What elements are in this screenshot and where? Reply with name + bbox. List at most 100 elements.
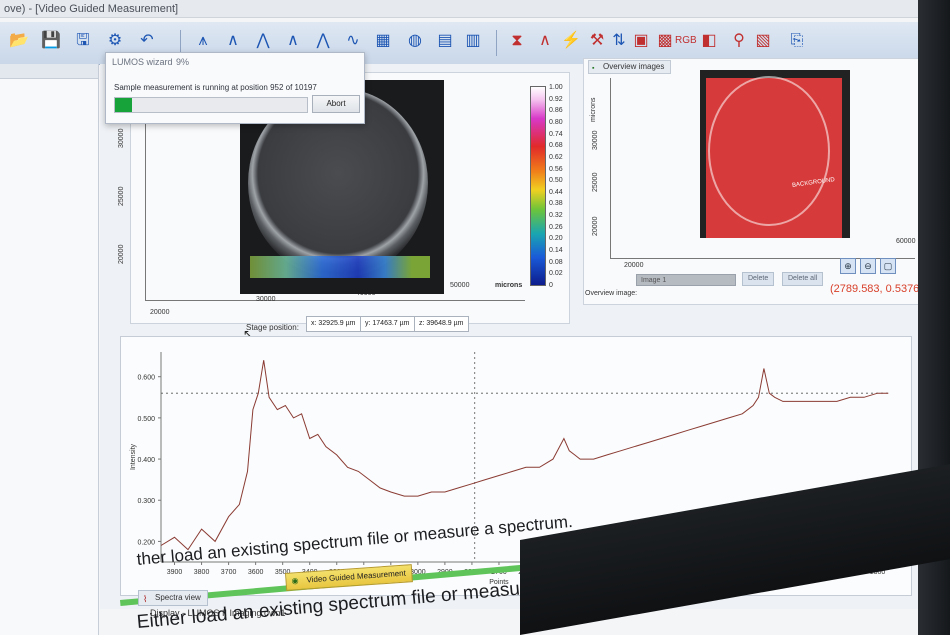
- zoom-in-icon[interactable]: ⊕: [840, 258, 856, 274]
- colorbar-tick: 0.50: [549, 177, 563, 185]
- overview-y-tick: 30000: [592, 130, 599, 150]
- spectra-icon[interactable]: ⋀: [312, 30, 334, 52]
- peak-icon[interactable]: ⩚: [192, 30, 214, 52]
- delete-all-button[interactable]: Delete all: [782, 272, 824, 286]
- video-y-tick: 25000: [118, 186, 125, 206]
- spectrum-x-tick: 3700: [221, 569, 237, 576]
- zoom-out-icon[interactable]: ⊖: [860, 258, 876, 274]
- heatmap-overlay: [250, 256, 430, 278]
- tab-spectra-view[interactable]: ⌇ Spectra view: [138, 590, 208, 606]
- video-x-tick: 30000: [256, 296, 276, 303]
- stage-x-field[interactable]: x: 32925.9 µm: [306, 316, 361, 332]
- spectrum-y-tick: 0.200: [137, 539, 155, 546]
- vgm-tab-label: Video Guided Measurement: [306, 568, 407, 585]
- color-icon[interactable]: ◧: [698, 30, 720, 52]
- video-x-unit: microns: [495, 282, 523, 289]
- colorbar-tick: 0: [549, 282, 553, 289]
- tab-overview-images[interactable]: ▪ Overview images: [588, 60, 672, 74]
- spectrum-y-tick: 0.500: [137, 416, 155, 423]
- delete-button[interactable]: Delete: [742, 272, 775, 286]
- video-icon: ◉: [291, 576, 299, 586]
- fit-icon[interactable]: ▢: [880, 258, 896, 274]
- colorbar-tick: 0.92: [549, 95, 563, 103]
- video-y-tick: 20000: [118, 244, 125, 264]
- tab-overview-label: Overview images: [603, 62, 665, 71]
- table-icon[interactable]: ▤: [434, 30, 456, 52]
- video-x-tick: 20000: [150, 309, 170, 316]
- stage-z-field[interactable]: z: 39648.9 µm: [414, 316, 469, 332]
- colorbar-tick: 1.00: [549, 84, 563, 91]
- abort-button[interactable]: Abort: [312, 95, 360, 113]
- spectrum-icon[interactable]: ∧: [534, 30, 556, 52]
- settings-icon[interactable]: ⚙: [104, 30, 126, 52]
- coordinate-readout: (2789.583, 0.5376): [830, 283, 923, 295]
- save-all-icon[interactable]: 🖫: [72, 30, 94, 52]
- image-icon: ▪: [592, 65, 595, 72]
- zoom-icon[interactable]: ⚲: [728, 30, 750, 52]
- spectrum-y-tick: 0.400: [137, 457, 155, 464]
- calc-icon[interactable]: ▥: [462, 30, 484, 52]
- colorbar-tick: 0.68: [549, 142, 563, 150]
- wizard-title: LUMOS wizard: [112, 57, 173, 67]
- undo-icon[interactable]: ↶: [136, 30, 158, 52]
- color-icon[interactable]: ▩: [654, 30, 676, 52]
- colorbar-tick: 0.44: [549, 188, 563, 196]
- grid-icon[interactable]: ▦: [372, 30, 394, 52]
- video-y-tick: 30000: [118, 128, 125, 148]
- colorbar-tick: 0.20: [549, 235, 563, 243]
- overview-x-tick: 60000: [896, 238, 916, 245]
- folder-icon[interactable]: 📂: [8, 30, 30, 52]
- spectrum-y-tick: 0.600: [137, 375, 155, 382]
- spectrum-icon: ⌇: [143, 594, 148, 604]
- spectra-icon[interactable]: ∧: [282, 30, 304, 52]
- colorbar-tick: 0.62: [549, 153, 563, 161]
- color-icon[interactable]: ▣: [630, 30, 652, 52]
- left-panel: [0, 64, 99, 635]
- globe-icon[interactable]: ◍: [404, 30, 426, 52]
- left-panel-header: [0, 64, 98, 79]
- video-x-tick: 50000: [450, 282, 470, 289]
- save-icon[interactable]: 💾: [40, 30, 62, 52]
- arrows-icon[interactable]: ⇅: [608, 30, 630, 52]
- colorbar: [530, 86, 546, 286]
- spectra-icon[interactable]: ⋀: [252, 30, 274, 52]
- connect-icon[interactable]: ⎘: [786, 30, 808, 52]
- spectrum-icon[interactable]: ⧗: [506, 30, 528, 52]
- colorbar-tick: 0.08: [549, 258, 563, 266]
- overview-y-tick: 20000: [592, 216, 599, 236]
- rgb-icon[interactable]: RGB: [675, 30, 697, 52]
- colorbar-tick: 0.74: [549, 130, 563, 138]
- overview-image-select[interactable]: Image 1: [636, 274, 736, 286]
- wizard-message: Sample measurement is running at positio…: [114, 83, 317, 92]
- colorbar-tick: 0.32: [549, 212, 563, 220]
- spectrum-icon[interactable]: ⚡: [560, 30, 582, 52]
- overview-x-tick: 20000: [624, 262, 644, 269]
- colorbar-tick: 0.14: [549, 247, 563, 255]
- spectrum-icon[interactable]: ⚒: [586, 30, 608, 52]
- colorbar-tick: 0.80: [549, 118, 563, 126]
- colorbar-tick: 0.02: [549, 270, 563, 278]
- layer-icon[interactable]: ▧: [752, 30, 774, 52]
- overview-image[interactable]: BACKGROUND: [700, 70, 850, 238]
- colorbar-tick: 0.86: [549, 107, 563, 115]
- stage-y-field[interactable]: y: 17463.7 µm: [360, 316, 415, 332]
- overview-image-label: Overview image:: [585, 290, 638, 297]
- colorbar-tick: 0.38: [549, 200, 563, 208]
- spectra-icon[interactable]: ∿: [342, 30, 364, 52]
- overview-y-axis: [610, 78, 611, 258]
- spectrum-x-tick: 3600: [248, 569, 264, 576]
- spectrum-x-tick: 3800: [194, 569, 210, 576]
- window-title: ove) - [Video Guided Measurement]: [0, 0, 930, 18]
- colorbar-tick: 0.26: [549, 223, 563, 231]
- colorbar-tick: 0.56: [549, 165, 563, 173]
- spectrum-x-tick: 3900: [167, 569, 183, 576]
- wizard-progress-bar: [114, 97, 308, 113]
- video-x-axis: [145, 300, 525, 301]
- wizard-percent: 9%: [176, 57, 190, 67]
- spectra-tab-label: Spectra view: [155, 593, 201, 602]
- overview-y-tick: 25000: [592, 172, 599, 192]
- stage-position-label: Stage position:: [246, 323, 299, 332]
- overview-y-unit: microns: [590, 97, 597, 122]
- spectra-icon[interactable]: ∧: [222, 30, 244, 52]
- spectrum-y-tick: 0.300: [137, 498, 155, 505]
